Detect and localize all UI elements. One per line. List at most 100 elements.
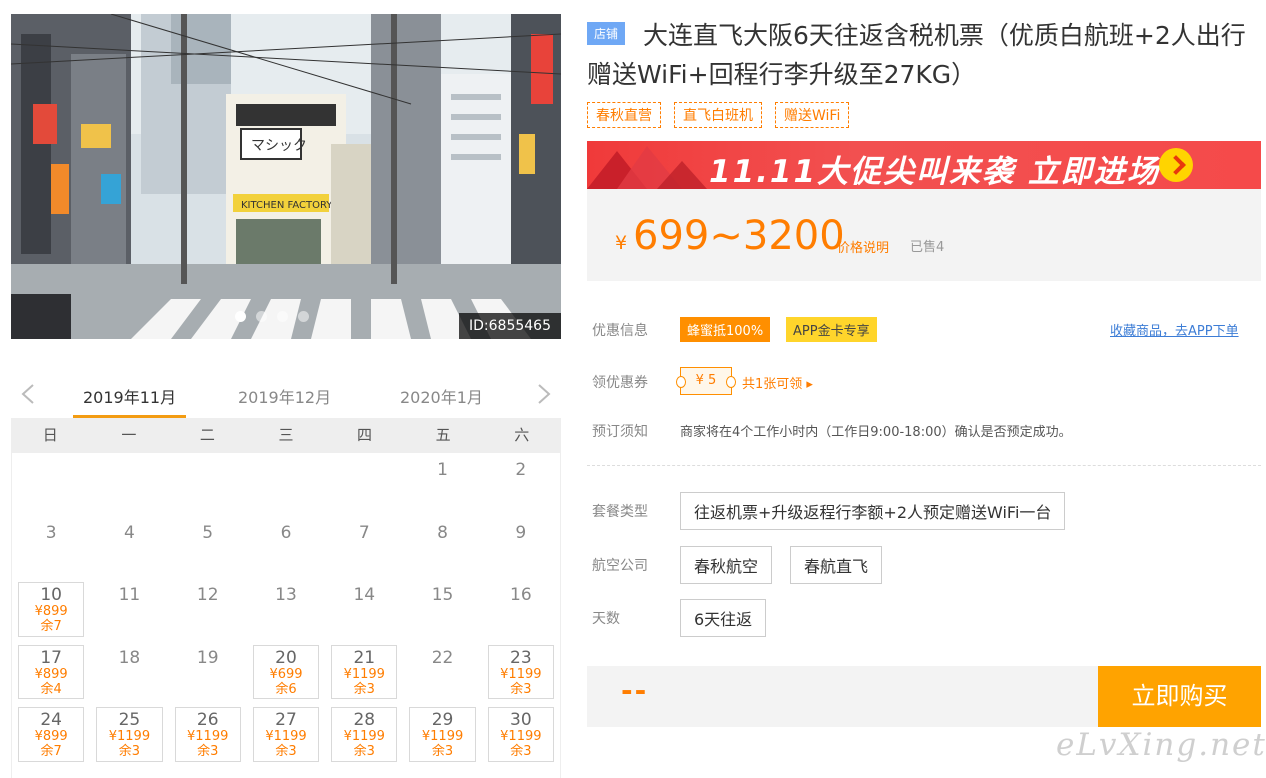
product-tag: 赠送WiFi [775, 102, 850, 128]
calendar-day-cell[interactable]: 27 ¥1199 余3 [247, 703, 325, 766]
day-number: 11 [118, 585, 141, 605]
day-number: 14 [353, 585, 376, 605]
day-number: 23 [510, 647, 532, 668]
calendar-day-cell: 6 [247, 516, 325, 579]
day-price: ¥1199 [187, 729, 229, 744]
product-tag: 春秋直营 [587, 102, 661, 128]
day-price: ¥1199 [343, 666, 385, 682]
calendar-day-cell[interactable]: 25 ¥1199 余3 [90, 703, 168, 766]
calendar-day-cell[interactable]: 21 ¥1199 余3 [325, 641, 403, 704]
product-photo[interactable]: マシック KITCHEN FACTORY ID:6855465 [11, 14, 561, 339]
shop-sign-text: マシック [251, 138, 307, 154]
calendar-day-cell[interactable]: 10 ¥899 余7 [12, 578, 90, 641]
calendar-day-cell: 11 [90, 578, 168, 641]
calendar-month-tab[interactable]: 2019年12月 [238, 384, 331, 408]
day-stock: 余4 [40, 681, 62, 697]
calendar-day-cell[interactable]: 24 ¥899 余7 [12, 703, 90, 766]
calendar-empty-cell [247, 453, 325, 516]
product-tags: 春秋直营 直飞白班机 赠送WiFi [587, 102, 850, 128]
price-box: ¥ 699~3200 价格说明 已售4 [587, 189, 1261, 281]
carousel-dot[interactable] [298, 311, 309, 322]
carousel-dot[interactable] [277, 311, 288, 322]
weekday-label: 日 [42, 426, 58, 444]
street-scene-illustration: マシック KITCHEN FACTORY [11, 14, 561, 339]
weekday-label: 三 [278, 426, 294, 444]
day-number: 1 [437, 460, 448, 480]
days-label: 天数 [592, 611, 620, 627]
day-stock: 余3 [353, 744, 375, 759]
calendar-day-cell[interactable]: 20 ¥699 余6 [247, 641, 325, 704]
price-explain-link[interactable]: 价格说明 [837, 237, 889, 256]
day-number: 7 [358, 522, 370, 543]
carousel-dot[interactable] [235, 311, 246, 322]
calendar-day-cell: 1 [403, 453, 481, 516]
day-number: 21 [353, 647, 376, 668]
promo-decoration-icon [587, 146, 707, 189]
favorite-app-link[interactable]: 收藏商品，去APP下单 [1110, 320, 1239, 339]
coupon-ticket[interactable]: ¥ 5 [676, 367, 736, 395]
airline-option[interactable]: 春秋航空 [680, 546, 773, 584]
day-price: ¥1199 [500, 666, 542, 682]
day-number: 16 [510, 585, 532, 605]
day-stock: 余7 [40, 744, 62, 759]
shop-badge[interactable]: 店铺 [587, 22, 626, 45]
day-number: 26 [196, 710, 219, 730]
calendar-empty-cell [12, 453, 90, 516]
day-number: 15 [431, 585, 454, 605]
calendar-month-tab[interactable]: 2019年11月 [83, 384, 176, 408]
calendar-day-cell[interactable]: 26 ¥1199 余3 [169, 703, 247, 766]
promo-arrow-icon[interactable] [1159, 148, 1193, 182]
calendar-day-cell[interactable]: 17 ¥899 余4 [12, 641, 90, 704]
day-number: 17 [40, 647, 62, 668]
calendar-day-cell: 4 [90, 516, 168, 579]
site-watermark: eLvXing.net [1056, 727, 1266, 763]
calendar-day-cell: 12 [169, 578, 247, 641]
sold-count: 已售4 [910, 240, 945, 255]
promo-banner[interactable]: 11.11大促尖叫来袭 立即进场 [587, 141, 1261, 189]
calendar-day-cell: 8 [403, 516, 481, 579]
day-price: ¥899 [34, 729, 68, 744]
calendar-prev-arrow-icon[interactable] [20, 383, 36, 405]
promo-text: 11.11大促尖叫来袭 立即进场 [709, 154, 1160, 189]
weekday-label: 六 [514, 426, 530, 444]
day-number: 8 [437, 522, 448, 543]
weekday-label: 四 [357, 426, 373, 444]
day-price: ¥899 [34, 666, 68, 682]
airline-option[interactable]: 春航直飞 [790, 546, 883, 584]
carousel-dots [235, 311, 309, 322]
coupon-count-link[interactable]: 共1张可领 ▸ [742, 373, 813, 392]
calendar-next-arrow-icon[interactable] [536, 383, 552, 405]
day-number: 6 [280, 522, 292, 543]
weekday-label: 二 [199, 426, 215, 444]
calendar-day-cell: 2 [482, 453, 560, 516]
calendar-day-cell[interactable]: 30 ¥1199 余3 [482, 703, 560, 766]
day-number: 13 [275, 585, 297, 605]
day-number: 19 [196, 647, 219, 668]
calendar-day-cell: 13 [247, 578, 325, 641]
calendar-month-tab[interactable]: 2020年1月 [400, 384, 483, 408]
calendar-day-cell[interactable]: 23 ¥1199 余3 [482, 641, 560, 704]
package-label: 套餐类型 [592, 504, 648, 520]
calendar-day-cell[interactable]: 29 ¥1199 余3 [403, 703, 481, 766]
calendar-day-cell: 16 [482, 578, 560, 641]
day-stock: 余3 [353, 681, 375, 697]
days-option[interactable]: 6天往返 [680, 599, 767, 637]
day-price: ¥1199 [500, 729, 542, 744]
calendar-day-cell: 22 [403, 641, 481, 704]
day-stock: 余3 [197, 744, 219, 759]
day-number: 18 [118, 647, 141, 668]
calendar-day-cell: 5 [169, 516, 247, 579]
day-price: ¥1199 [343, 729, 385, 744]
image-id-label: ID:6855465 [459, 313, 561, 339]
day-price: ¥899 [34, 604, 68, 619]
package-option[interactable]: 往返机票+升级返程行李额+2人预定赠送WiFi一台 [680, 492, 1066, 530]
weekday-label: 一 [121, 426, 137, 444]
buy-now-button[interactable]: 立即购买 [1098, 666, 1261, 727]
honey-discount-badge: 蜂蜜抵100% [680, 317, 771, 342]
calendar-day-cell[interactable]: 28 ¥1199 余3 [325, 703, 403, 766]
calendar-day-cell: 18 [90, 641, 168, 704]
carousel-dot[interactable] [256, 311, 267, 322]
day-number: 29 [431, 710, 454, 730]
day-number: 2 [515, 460, 527, 480]
day-number: 22 [431, 647, 454, 668]
